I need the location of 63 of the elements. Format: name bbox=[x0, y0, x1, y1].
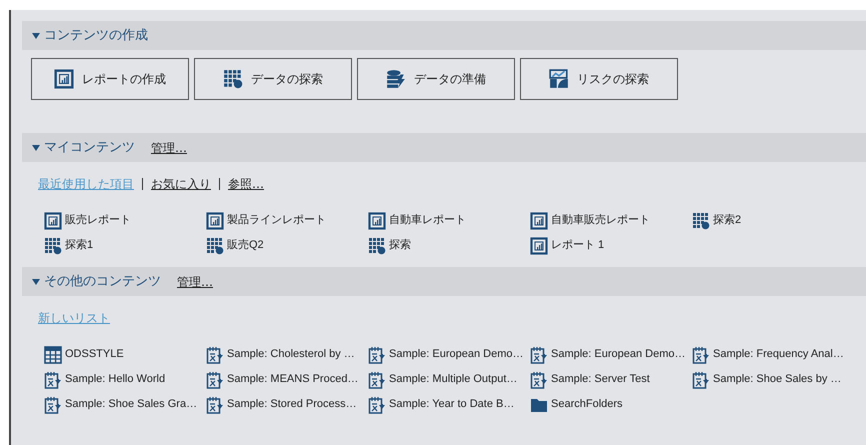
content-item[interactable]: SearchFolders bbox=[530, 395, 692, 414]
table-icon bbox=[44, 346, 62, 364]
content-item[interactable]: 探索1 bbox=[44, 236, 206, 255]
content-item[interactable]: Sample: European Demo… bbox=[368, 345, 530, 364]
content-item[interactable]: Sample: Multiple Output… bbox=[368, 370, 530, 389]
content-item[interactable]: Sample: Year to Date B… bbox=[368, 395, 530, 414]
create-button[interactable]: データの探索 bbox=[194, 58, 352, 100]
notebook-arrow-icon bbox=[368, 370, 386, 388]
report-icon bbox=[530, 212, 548, 230]
content-item[interactable]: Sample: Frequency Anal… bbox=[692, 345, 862, 364]
report-icon bbox=[368, 212, 386, 230]
report-icon bbox=[44, 212, 62, 230]
content-item[interactable]: Sample: Hello World bbox=[44, 370, 206, 389]
notebook-arrow-icon bbox=[44, 396, 62, 414]
notebook-arrow-icon bbox=[44, 370, 62, 388]
report-icon bbox=[206, 212, 224, 230]
content-item[interactable]: 製品ラインレポート bbox=[206, 211, 368, 230]
create-button[interactable]: レポートの作成 bbox=[31, 58, 189, 100]
create-button[interactable]: データの準備 bbox=[357, 58, 515, 100]
notebook-arrow-icon bbox=[530, 346, 548, 364]
create-button[interactable]: リスクの探索 bbox=[520, 58, 678, 100]
nav-link[interactable]: 参照… bbox=[228, 175, 264, 193]
notebook-arrow-icon bbox=[206, 346, 224, 364]
notebook-arrow-icon bbox=[692, 346, 710, 364]
section-toggle[interactable]: その他のコンテンツ bbox=[32, 272, 161, 292]
content-item[interactable]: 販売レポート bbox=[44, 211, 206, 230]
dot-grid-icon bbox=[44, 236, 62, 254]
content-item[interactable]: Sample: Stored Process… bbox=[206, 395, 368, 414]
content-item[interactable]: Sample: European Demo… bbox=[530, 345, 692, 364]
content-item[interactable]: Sample: MEANS Proced… bbox=[206, 370, 368, 389]
manage-link[interactable]: 管理… bbox=[177, 272, 213, 290]
content-item[interactable]: 探索2 bbox=[692, 211, 862, 230]
dot-grid-icon bbox=[692, 212, 710, 230]
content-item[interactable]: 自動車販売レポート bbox=[530, 211, 692, 230]
notebook-arrow-icon bbox=[206, 370, 224, 388]
report-icon bbox=[530, 236, 548, 254]
database-bolt-icon bbox=[386, 69, 406, 89]
content-item[interactable]: 自動車レポート bbox=[368, 211, 530, 230]
caret-down-icon bbox=[32, 144, 40, 152]
chart-gauge-icon bbox=[549, 69, 569, 89]
section-toggle[interactable]: コンテンツの作成 bbox=[32, 26, 148, 46]
content-item[interactable]: 販売Q2 bbox=[206, 236, 368, 255]
nav-link[interactable]: お気に入り bbox=[151, 175, 211, 193]
notebook-arrow-icon bbox=[368, 346, 386, 364]
notebook-arrow-icon bbox=[206, 396, 224, 414]
notebook-arrow-icon bbox=[530, 370, 548, 388]
dot-grid-icon bbox=[368, 236, 386, 254]
content-item[interactable]: レポート 1 bbox=[530, 236, 692, 255]
content-item[interactable]: ODSSTYLE bbox=[44, 345, 206, 364]
caret-down-icon bbox=[32, 278, 40, 286]
notebook-arrow-icon bbox=[692, 370, 710, 388]
dot-grid-icon bbox=[223, 69, 243, 89]
dot-grid-icon bbox=[206, 236, 224, 254]
content-item[interactable]: Sample: Server Test bbox=[530, 370, 692, 389]
content-item[interactable]: 探索 bbox=[368, 236, 530, 255]
notebook-arrow-icon bbox=[368, 396, 386, 414]
report-icon bbox=[54, 69, 74, 89]
manage-link[interactable]: 管理… bbox=[151, 138, 187, 156]
section-toggle[interactable]: マイコンテンツ bbox=[32, 138, 135, 158]
content-item[interactable]: Sample: Cholesterol by … bbox=[206, 345, 368, 364]
content-item[interactable]: Sample: Shoe Sales by … bbox=[692, 370, 862, 389]
content-item[interactable]: Sample: Shoe Sales Gra… bbox=[44, 395, 206, 414]
caret-down-icon bbox=[32, 32, 40, 40]
